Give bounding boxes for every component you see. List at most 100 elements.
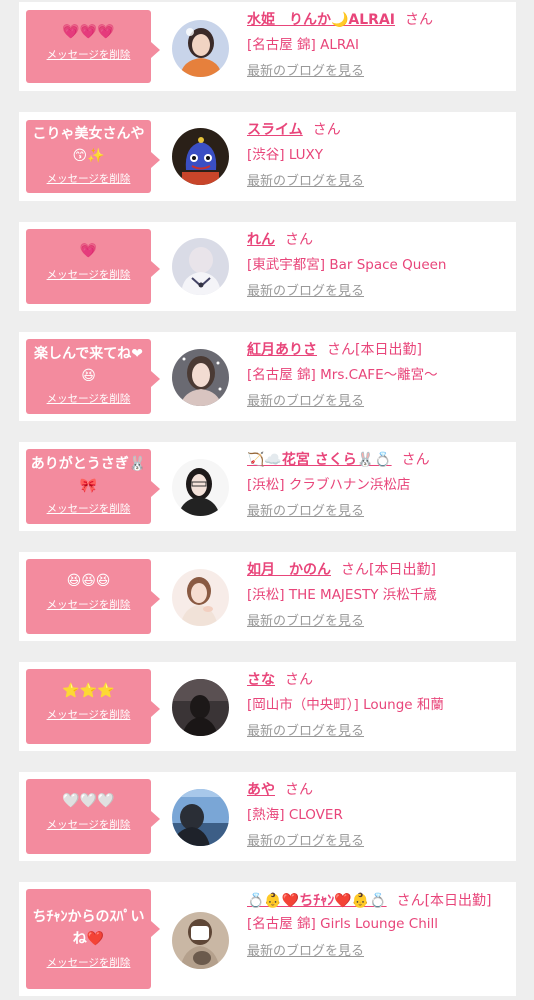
user-info: 紅月ありさ さん[本日出勤] [名古屋 錦] Mrs.CAFE〜離宮〜 最新のブロ… [247, 340, 509, 410]
list-item: 💗 メッセージを削除 れん さん [東武宇都宮] Bar Space Queen … [19, 222, 516, 311]
user-name-link[interactable]: 💍👶❤️ちﾁｬﾝ❤️👶💍 [247, 893, 387, 909]
message-list: 💗💗💗 メッセージを削除 水姫 りんか🌙ALRAI さん [名古屋 錦] ALRA… [0, 0, 534, 1000]
user-info: 🏹☁️花宮 さくら🐰💍 さん [浜松] クラブハナン浜松店 最新のブログを見る [247, 450, 509, 520]
message-text: 🤍🤍🤍 [62, 793, 115, 809]
avatar[interactable] [172, 128, 229, 185]
message-text: ⭐⭐⭐ [62, 683, 115, 699]
avatar-photo-icon [172, 789, 229, 846]
list-item: ちﾁｬﾝからのｽﾊﾟいね❤️ メッセージを削除 💍👶❤️ちﾁｬﾝ❤️👶💍 さん[本… [19, 882, 516, 996]
honorific: さん [285, 232, 313, 248]
avatar-photo-icon [172, 459, 229, 516]
message-text: ありがとうさぎ🐰🎀 [30, 456, 147, 494]
message-bubble: こりゃ美女さんや😙✨ メッセージを削除 [26, 120, 160, 193]
list-item: ありがとうさぎ🐰🎀 メッセージを削除 🏹☁️花宮 さくら🐰💍 さん [浜松] クラ… [19, 442, 516, 531]
shop-name: [浜松] クラブハナン浜松店 [247, 477, 411, 493]
message-bubble: 💗💗💗 メッセージを削除 [26, 10, 160, 83]
shop-name: [名古屋 錦] ALRAI [247, 37, 359, 53]
honorific: さん[本日出勤] [396, 893, 492, 909]
user-info: れん さん [東武宇都宮] Bar Space Queen 最新のブログを見る [247, 230, 509, 300]
latest-blog-link[interactable]: 最新のブログを見る [247, 504, 364, 520]
avatar-photo-icon [172, 912, 229, 969]
user-info: あや さん [熱海] CLOVER 最新のブログを見る [247, 780, 509, 850]
avatar[interactable] [172, 912, 229, 969]
user-info: 💍👶❤️ちﾁｬﾝ❤️👶💍 さん[本日出勤] [名古屋 錦] Girls Loung… [247, 890, 509, 960]
delete-message-link[interactable]: メッセージを削除 [47, 392, 131, 406]
user-info: 水姫 りんか🌙ALRAI さん [名古屋 錦] ALRAI 最新のブログを見る [247, 10, 509, 80]
message-bubble: ⭐⭐⭐ メッセージを削除 [26, 669, 160, 744]
list-item: こりゃ美女さんや😙✨ メッセージを削除 スライム さん [渋谷] LUXY 最新の… [19, 112, 516, 201]
honorific: さん [285, 782, 313, 798]
avatar-photo-icon [172, 679, 229, 736]
list-item: 楽しんで来てね❤😆 メッセージを削除 紅月ありさ さん[本日出勤] [名古屋 錦]… [19, 332, 516, 421]
list-item: 😆😆😆 メッセージを削除 如月 かのん さん[本日出勤] [浜松] THE MAJ… [19, 552, 516, 641]
user-name-link[interactable]: さな [247, 672, 275, 688]
message-bubble: ちﾁｬﾝからのｽﾊﾟいね❤️ メッセージを削除 [26, 889, 160, 989]
latest-blog-link[interactable]: 最新のブログを見る [247, 834, 364, 850]
avatar[interactable] [172, 238, 229, 295]
shop-name: [浜松] THE MAJESTY 浜松千歳 [247, 587, 437, 603]
user-name-link[interactable]: 紅月ありさ [247, 342, 317, 358]
delete-message-link[interactable]: メッセージを削除 [47, 956, 131, 970]
latest-blog-link[interactable]: 最新のブログを見る [247, 64, 364, 80]
message-bubble: 楽しんで来てね❤😆 メッセージを削除 [26, 339, 160, 414]
delete-message-link[interactable]: メッセージを削除 [47, 502, 131, 516]
user-name-link[interactable]: スライム [247, 122, 303, 138]
delete-message-link[interactable]: メッセージを削除 [47, 598, 131, 612]
shop-name: [岡山市（中央町）] Lounge 和蘭 [247, 697, 444, 713]
avatar-photo-icon [172, 20, 229, 77]
shop-name: [名古屋 錦] Mrs.CAFE〜離宮〜 [247, 367, 438, 383]
honorific: さん[本日出勤] [327, 342, 422, 358]
avatar[interactable] [172, 349, 229, 406]
honorific: さん [312, 122, 341, 138]
user-info: 如月 かのん さん[本日出勤] [浜松] THE MAJESTY 浜松千歳 最新の… [247, 560, 509, 630]
message-text: 😆😆😆 [66, 573, 111, 589]
delete-message-link[interactable]: メッセージを削除 [47, 172, 131, 186]
avatar[interactable] [172, 789, 229, 846]
message-text: 楽しんで来てね❤😆 [33, 346, 144, 384]
list-item: ⭐⭐⭐ メッセージを削除 さな さん [岡山市（中央町）] Lounge 和蘭 最… [19, 662, 516, 751]
avatar-photo-icon [172, 569, 229, 626]
honorific: さん [401, 452, 430, 468]
latest-blog-link[interactable]: 最新のブログを見る [247, 944, 364, 960]
honorific: さん[本日出勤] [341, 562, 436, 578]
message-text: 💗 [79, 243, 98, 259]
user-name-link[interactable]: 🏹☁️花宮 さくら🐰💍 [247, 452, 392, 468]
avatar-photo-icon [172, 238, 229, 295]
latest-blog-link[interactable]: 最新のブログを見る [247, 284, 364, 300]
shop-name: [熱海] CLOVER [247, 807, 343, 823]
shop-name: [東武宇都宮] Bar Space Queen [247, 257, 447, 273]
avatar[interactable] [172, 20, 229, 77]
user-info: さな さん [岡山市（中央町）] Lounge 和蘭 最新のブログを見る [247, 670, 509, 740]
latest-blog-link[interactable]: 最新のブログを見る [247, 174, 364, 190]
shop-name: [渋谷] LUXY [247, 147, 324, 163]
delete-message-link[interactable]: メッセージを削除 [47, 48, 131, 62]
honorific: さん [405, 12, 434, 28]
delete-message-link[interactable]: メッセージを削除 [47, 818, 131, 832]
latest-blog-link[interactable]: 最新のブログを見る [247, 724, 364, 740]
list-item: 💗💗💗 メッセージを削除 水姫 りんか🌙ALRAI さん [名古屋 錦] ALRA… [19, 2, 516, 91]
shop-name: [名古屋 錦] Girls Lounge Chill [247, 916, 439, 932]
message-bubble: 😆😆😆 メッセージを削除 [26, 559, 160, 634]
honorific: さん [285, 672, 313, 688]
avatar-photo-icon [172, 128, 229, 185]
user-name-link[interactable]: 水姫 りんか🌙ALRAI [247, 12, 395, 28]
user-info: スライム さん [渋谷] LUXY 最新のブログを見る [247, 120, 509, 190]
message-text: こりゃ美女さんや😙✨ [32, 126, 145, 164]
user-name-link[interactable]: れん [247, 232, 275, 248]
delete-message-link[interactable]: メッセージを削除 [47, 268, 131, 282]
message-text: ちﾁｬﾝからのｽﾊﾟいね❤️ [32, 909, 145, 947]
message-bubble: 💗 メッセージを削除 [26, 229, 160, 304]
user-name-link[interactable]: 如月 かのん [247, 562, 331, 578]
message-bubble: ありがとうさぎ🐰🎀 メッセージを削除 [26, 449, 160, 524]
avatar[interactable] [172, 679, 229, 736]
message-text: 💗💗💗 [62, 24, 115, 40]
avatar-photo-icon [172, 349, 229, 406]
avatar[interactable] [172, 459, 229, 516]
latest-blog-link[interactable]: 最新のブログを見る [247, 394, 364, 410]
avatar[interactable] [172, 569, 229, 626]
message-bubble: 🤍🤍🤍 メッセージを削除 [26, 779, 160, 854]
latest-blog-link[interactable]: 最新のブログを見る [247, 614, 364, 630]
user-name-link[interactable]: あや [247, 782, 275, 798]
list-item: 🤍🤍🤍 メッセージを削除 あや さん [熱海] CLOVER 最新のブログを見る [19, 772, 516, 861]
delete-message-link[interactable]: メッセージを削除 [47, 708, 131, 722]
